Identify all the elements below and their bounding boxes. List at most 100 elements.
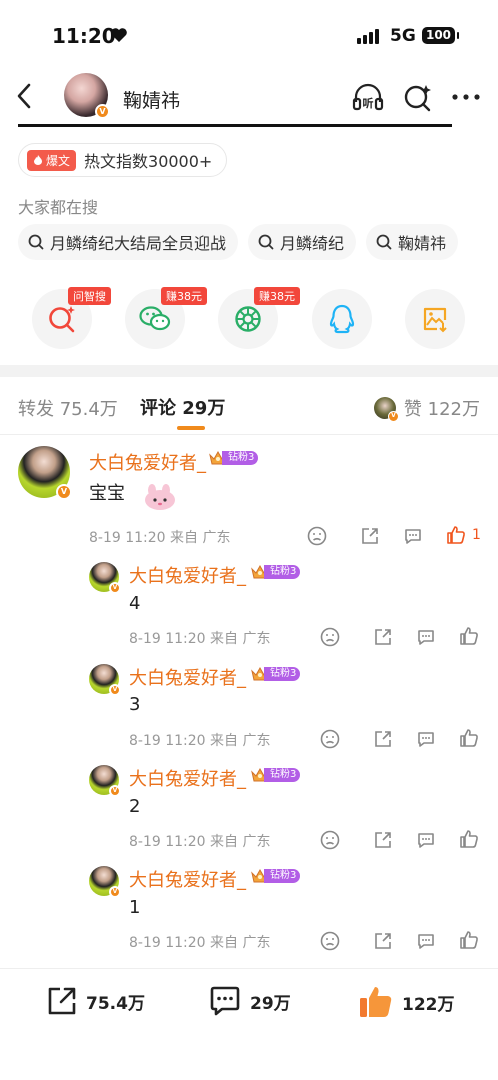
reply-icon[interactable] (416, 931, 436, 951)
search-chips: 月鳞绮纪大结局全员迎战 月鳞绮纪 鞠婧祎 (18, 224, 459, 260)
dislike-icon[interactable] (320, 627, 340, 647)
back-icon[interactable] (12, 80, 38, 112)
like-icon[interactable] (459, 728, 479, 748)
share-ask-search[interactable]: 问智搜 (32, 287, 111, 349)
comment-count: 29万 (250, 993, 291, 1014)
reply-icon[interactable] (416, 627, 436, 647)
reply-text: 1 (129, 897, 141, 918)
reply-name[interactable]: 大白兔爱好者_ (129, 664, 246, 690)
search-chip-label: 鞠婧祎 (398, 234, 447, 253)
engagement-tabs: 转发 75.4万 评论 29万 V 赞 122万 (0, 377, 498, 435)
bottom-action-bar: 75.4万 29万 122万 (0, 968, 498, 1080)
search-button[interactable] (402, 82, 434, 112)
share-moments[interactable]: 赚38元 (218, 287, 300, 349)
reply-avatar[interactable]: V (89, 866, 121, 898)
share-tag: 问智搜 (68, 287, 111, 305)
like-button[interactable]: 122万 (358, 985, 455, 1019)
share-icon[interactable] (373, 830, 393, 850)
reply-avatar[interactable]: V (89, 664, 121, 696)
share-tag: 赚38元 (254, 287, 300, 305)
status-bar: 11:20 5G 100 (0, 0, 498, 66)
comment-icon (210, 986, 240, 1016)
network-label: 5G (390, 26, 416, 46)
reply-text: 4 (129, 593, 141, 614)
fan-level: 钻粉3 (264, 565, 301, 579)
fan-level: 钻粉3 (264, 768, 301, 782)
comment-text: 宝宝 (89, 483, 125, 504)
listen-label: 听 (363, 96, 374, 110)
reply-avatar[interactable]: V (89, 765, 121, 797)
verified-icon: V (387, 411, 399, 422)
tab-likes[interactable]: V 赞 122万 (373, 395, 480, 422)
tab-comment[interactable]: 评论 29万 (140, 394, 225, 420)
liker-avatar: V (373, 397, 399, 422)
headphones-icon: 听 (352, 83, 384, 111)
reply-name[interactable]: 大白兔爱好者_ (129, 765, 246, 791)
tab-indicator (177, 426, 205, 430)
repost-icon (48, 987, 76, 1015)
like-icon[interactable] (446, 525, 466, 545)
reply-meta: 8-19 11:20 来自 广东 (129, 935, 271, 951)
fan-level: 钻粉3 (264, 869, 301, 883)
comment-meta: 8-19 11:20 来自 广东 (89, 530, 231, 546)
dislike-icon[interactable] (320, 830, 340, 850)
listen-button[interactable]: 听 (352, 82, 384, 112)
fan-badge: 钻粉3 (250, 666, 301, 682)
share-qq[interactable] (312, 289, 372, 349)
reply-avatar[interactable]: V (89, 562, 121, 594)
like-icon[interactable] (459, 626, 479, 646)
heart-icon (111, 28, 127, 42)
share-wechat[interactable]: 赚38元 (125, 287, 207, 349)
hot-tag: 爆文 (27, 149, 77, 171)
nav-bar: V 鞠婧祎 听 (0, 66, 498, 128)
signal-icon (357, 28, 379, 44)
search-chip[interactable]: 月鳞绮纪 (248, 224, 357, 260)
share-tag: 赚38元 (161, 287, 207, 305)
hot-index-chip[interactable]: 爆文 热文指数30000+ (18, 143, 228, 177)
comment-button[interactable]: 29万 (208, 985, 291, 1017)
tab-repost[interactable]: 转发 75.4万 (18, 395, 118, 421)
wechat-icon (139, 306, 171, 331)
share-icon[interactable] (373, 729, 393, 749)
fan-level: 钻粉3 (222, 451, 259, 465)
reply-icon[interactable] (403, 526, 423, 546)
reply-text: 2 (129, 796, 141, 817)
search-icon (376, 234, 392, 250)
search-icon (28, 234, 44, 250)
share-icon[interactable] (373, 931, 393, 951)
ai-search-icon (404, 85, 431, 112)
share-icon[interactable] (360, 526, 380, 546)
commenter-avatar[interactable]: V (18, 446, 72, 500)
reply-name[interactable]: 大白兔爱好者_ (129, 562, 246, 588)
share-icon[interactable] (373, 627, 393, 647)
dislike-icon[interactable] (320, 931, 340, 951)
fan-badge: 钻粉3 (208, 450, 259, 466)
commenter-name[interactable]: 大白兔爱好者_ (89, 449, 206, 475)
dislike-icon[interactable] (320, 729, 340, 749)
more-button[interactable] (450, 82, 482, 112)
verified-icon: V (109, 684, 121, 696)
ask-search-icon (49, 306, 75, 333)
like-icon[interactable] (459, 930, 479, 950)
repost-count: 75.4万 (86, 993, 145, 1014)
fan-badge: 钻粉3 (250, 868, 301, 884)
verified-icon: V (109, 582, 121, 594)
qq-icon (329, 304, 355, 334)
dislike-icon[interactable] (307, 526, 327, 546)
reply-meta: 8-19 11:20 来自 广东 (129, 631, 271, 647)
search-chip[interactable]: 月鳞绮纪大结局全员迎战 (18, 224, 239, 260)
bunny-sticker-icon (145, 484, 175, 510)
reply-name[interactable]: 大白兔爱好者_ (129, 866, 246, 892)
like-total: 122万 (402, 994, 455, 1015)
search-section-title: 大家都在搜 (18, 198, 99, 217)
search-chip[interactable]: 鞠婧祎 (366, 224, 459, 260)
reply-icon[interactable] (416, 729, 436, 749)
author-avatar[interactable]: V (64, 73, 110, 119)
reply-icon[interactable] (416, 830, 436, 850)
author-name[interactable]: 鞠婧祎 (123, 86, 180, 113)
verified-icon: V (95, 104, 110, 119)
share-save-image[interactable] (405, 289, 465, 349)
like-icon[interactable] (459, 829, 479, 849)
repost-button[interactable]: 75.4万 (46, 985, 145, 1017)
thumbs-up-icon (360, 987, 392, 1017)
